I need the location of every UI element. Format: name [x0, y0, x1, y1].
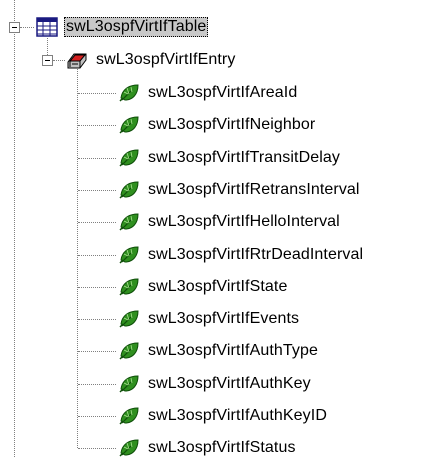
tree-node-leaf-label[interactable]: swL3ospfVirtIfNeighbor	[146, 115, 317, 135]
leaf-icon	[118, 276, 140, 298]
leaf-icon	[118, 373, 140, 395]
tree-node-leaf[interactable]: swL3ospfVirtIfNeighbor	[118, 111, 317, 139]
tree-node-leaf[interactable]: swL3ospfVirtIfAuthKeyID	[118, 402, 329, 430]
tree-node-leaf[interactable]: swL3ospfVirtIfState	[118, 273, 289, 301]
leaf-icon	[118, 114, 140, 136]
leaf-icon	[118, 340, 140, 362]
tree-node-leaf[interactable]: swL3ospfVirtIfRtrDeadInterval	[118, 241, 365, 269]
tree-node-leaf-label[interactable]: swL3ospfVirtIfTransitDelay	[146, 148, 342, 168]
leaf-connector	[78, 157, 116, 159]
leaf-connector	[78, 319, 116, 321]
leaf-connector	[78, 286, 116, 288]
leaf-icon	[118, 244, 140, 266]
entry-collapse-toggle[interactable]	[42, 55, 53, 66]
entry-connector	[53, 60, 65, 61]
tree-node-leaf[interactable]: swL3ospfVirtIfAreaId	[118, 79, 299, 107]
leaf-connector	[78, 125, 116, 127]
tree-node-leaf[interactable]: swL3ospfVirtIfTransitDelay	[118, 144, 342, 172]
mib-tree: swL3ospfVirtIfTable swL3ospfVirtIfEntry …	[0, 0, 445, 457]
leaf-icon	[118, 82, 140, 104]
leaf-connector	[78, 351, 116, 353]
leaf-icon	[118, 211, 140, 233]
tree-trunk-line	[14, 0, 15, 457]
leaf-connector	[78, 416, 116, 417]
tree-node-leaf-label[interactable]: swL3ospfVirtIfRtrDeadInterval	[146, 245, 365, 265]
tree-node-table[interactable]: swL3ospfVirtIfTable	[36, 13, 209, 41]
tree-node-leaf-label[interactable]: swL3ospfVirtIfAuthKeyID	[146, 406, 329, 426]
leaf-icon	[118, 179, 140, 201]
leaf-connector	[78, 383, 116, 385]
tree-node-leaf[interactable]: swL3ospfVirtIfAuthKey	[118, 370, 313, 398]
tree-node-leaf[interactable]: swL3ospfVirtIfAuthType	[118, 337, 320, 365]
tree-node-leaf-label[interactable]: swL3ospfVirtIfRetransInterval	[146, 180, 362, 200]
leaf-connector	[78, 189, 116, 191]
leaf-connector	[78, 448, 116, 450]
tree-node-leaf[interactable]: swL3ospfVirtIfStatus	[118, 434, 298, 462]
root-connector	[20, 27, 34, 28]
tree-node-leaf[interactable]: swL3ospfVirtIfRetransInterval	[118, 176, 362, 204]
tree-node-leaf-label[interactable]: swL3ospfVirtIfStatus	[146, 438, 298, 458]
tree-node-entry[interactable]: swL3ospfVirtIfEntry	[66, 46, 237, 74]
leaf-connector	[78, 93, 116, 94]
root-collapse-toggle[interactable]	[9, 22, 20, 33]
tree-node-leaf-label[interactable]: swL3ospfVirtIfEvents	[146, 309, 301, 329]
tree-node-entry-label[interactable]: swL3ospfVirtIfEntry	[94, 50, 237, 70]
tree-node-leaf-label[interactable]: swL3ospfVirtIfHelloInterval	[146, 212, 342, 232]
tree-node-leaf-label[interactable]: swL3ospfVirtIfAuthType	[146, 341, 320, 361]
tree-node-leaf-label[interactable]: swL3ospfVirtIfAreaId	[146, 83, 299, 103]
leaf-icon	[118, 147, 140, 169]
tree-node-leaf[interactable]: swL3ospfVirtIfEvents	[118, 305, 301, 333]
leaf-connector	[78, 222, 116, 224]
leaf-connector	[78, 254, 116, 256]
table-icon	[36, 17, 58, 37]
tree-node-leaf-label[interactable]: swL3ospfVirtIfAuthKey	[146, 374, 313, 394]
leaf-icon	[118, 405, 140, 427]
leaf-icon	[118, 437, 140, 459]
tree-node-leaf-label[interactable]: swL3ospfVirtIfState	[146, 277, 289, 297]
tree-node-table-label[interactable]: swL3ospfVirtIfTable	[64, 17, 209, 37]
leaf-icon	[118, 308, 140, 330]
tree-node-leaf[interactable]: swL3ospfVirtIfHelloInterval	[118, 208, 342, 236]
